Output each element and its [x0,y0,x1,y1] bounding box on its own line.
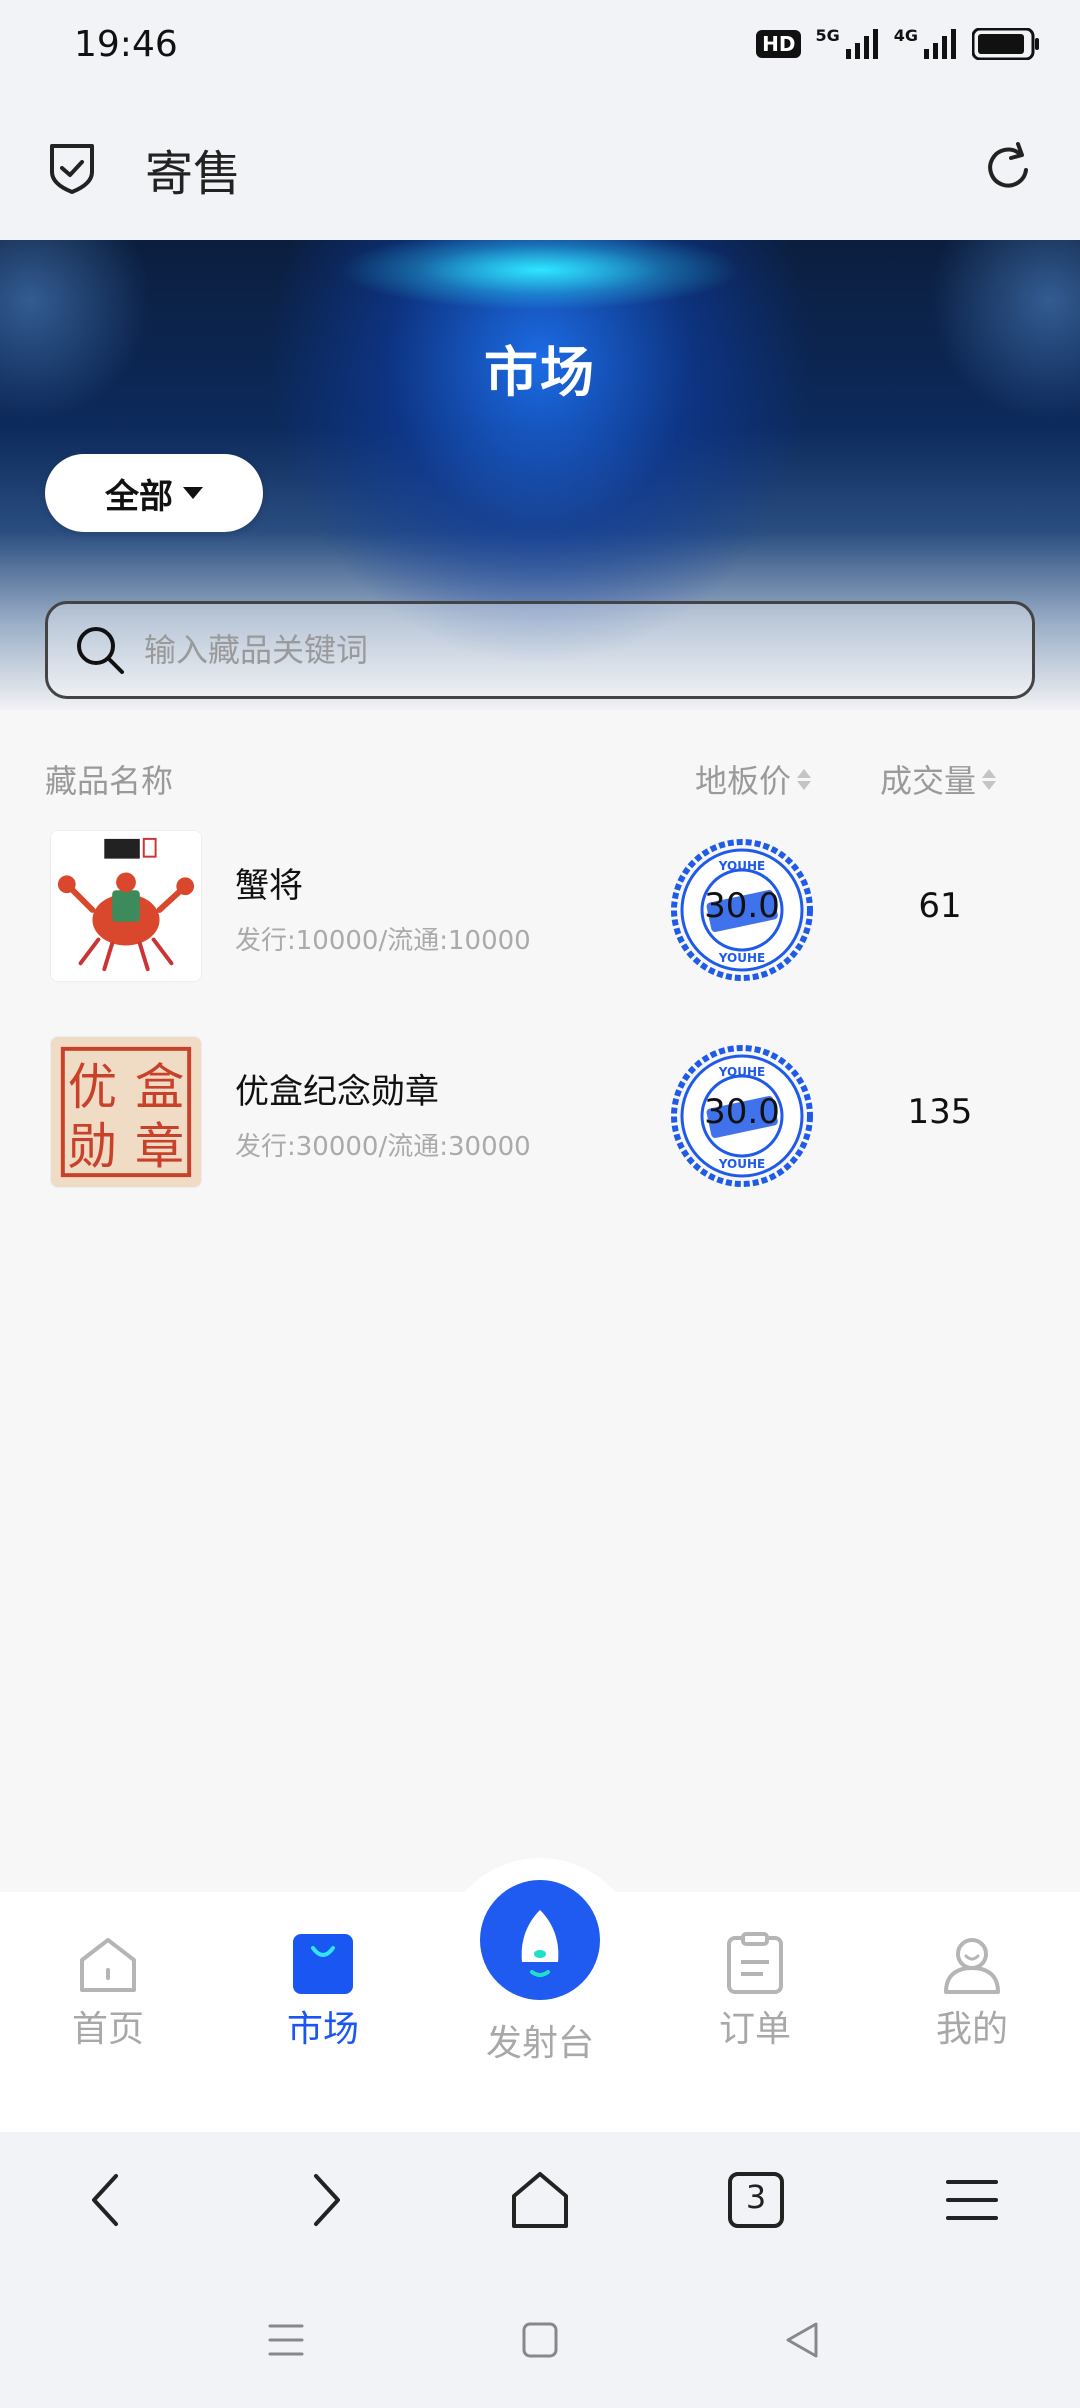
item-supply: 发行:30000/流通:30000 [235,1132,531,1162]
tab-orders-label: 订单 [718,2009,791,2050]
filter-label: 全部 [105,476,173,517]
medal-char-1: 优 [68,1058,117,1116]
rocket-icon [521,1910,559,1977]
category-filter-dropdown[interactable]: 全部 [45,454,263,532]
search-box[interactable] [45,601,1035,699]
shopping-bag-icon [293,1934,353,1994]
stamp-text: YOUHE [718,859,765,873]
network-4g-label: 4G [893,25,918,45]
home-icon [80,1938,136,1992]
crab-image [51,831,201,981]
floor-price: 30.0 [704,1092,780,1132]
back-icon[interactable] [76,2168,140,2232]
search-input[interactable] [144,631,1032,669]
column-name-header: 藏品名称 [45,762,174,800]
recent-apps-icon[interactable] [264,2318,308,2362]
medal-char-2: 盒 [135,1058,184,1116]
trade-volume: 135 [907,1092,973,1132]
tab-launch-label[interactable]: 发射台 [440,2014,640,2066]
refresh-icon[interactable] [980,140,1036,196]
system-back-icon[interactable] [780,2318,824,2362]
tab-orders[interactable]: 订单 [680,1932,830,2052]
hd-badge: HD [756,30,802,58]
tab-mine-label: 我的 [935,2009,1008,2050]
medal-thumbnail: 优 盒 勋 章 [50,1036,202,1188]
shield-check-icon[interactable] [44,140,100,196]
battery-icon [972,28,1039,60]
menu-icon[interactable] [940,2168,1004,2232]
bottom-tab-bar: 发射台 首页 市场 订单 我的 [0,1858,1080,2132]
hero-title: 市场 [484,341,596,404]
system-home-icon[interactable] [518,2318,562,2362]
user-icon [944,1938,1000,1994]
trade-volume: 61 [918,886,962,926]
signal-icon-2 [924,29,956,59]
tab-home-label: 首页 [71,2009,144,2050]
column-volume-header[interactable]: 成交量 [880,756,997,802]
launch-pad-button[interactable] [480,1880,600,2000]
medal-image: 优 盒 勋 章 [51,1037,201,1187]
stamp-text: YOUHE [718,1065,765,1079]
network-5g-label: 5G [815,25,840,45]
table-row[interactable]: 蟹将 发行:10000/流通:10000 YOUHE YOUHE 30.0 61 [0,830,1080,990]
tab-mine[interactable]: 我的 [897,1932,1047,2052]
tabs-count-button[interactable]: 3 [724,2168,788,2232]
clipboard-icon [727,1932,783,1994]
item-name: 蟹将 [235,866,303,906]
table-header: 藏品名称 地板价 成交量 [0,750,1080,806]
system-nav-bar [0,2272,1080,2408]
stamp-text: YOUHE [718,1157,765,1171]
sort-icon [982,768,997,790]
app-bar: 寄售 [0,96,1080,240]
forward-icon[interactable] [292,2168,356,2232]
item-name: 优盒纪念勋章 [235,1072,439,1112]
page-title: 寄售 [145,146,242,202]
tabs-count: 3 [745,2178,767,2216]
browser-toolbar: 3 [0,2132,1080,2272]
crab-general-thumbnail [50,830,202,982]
tab-home[interactable]: 首页 [33,1932,183,2052]
medal-char-4: 章 [135,1117,184,1175]
sort-icon [797,768,812,790]
stamp-text: YOUHE [718,951,765,965]
table-row[interactable]: 优 盒 勋 章 优盒纪念勋章 发行:30000/流通:30000 YOUHE Y… [0,1036,1080,1196]
floor-price-label: 地板价 [695,762,792,800]
search-icon [77,627,124,674]
home-page-icon[interactable] [508,2168,572,2232]
volume-label: 成交量 [880,762,977,800]
floor-price: 30.0 [704,886,780,926]
status-icons: HD 5G 4G [756,25,1040,60]
status-time: 19:46 [74,24,178,65]
tab-market-label: 市场 [286,2009,359,2050]
item-supply: 发行:10000/流通:10000 [235,926,531,956]
column-floor-price-header[interactable]: 地板价 [695,756,812,802]
status-bar: 19:46 HD 5G 4G [0,0,1080,96]
signal-icon [845,29,878,59]
caret-down-icon [183,487,203,499]
tab-market[interactable]: 市场 [248,1932,398,2052]
medal-char-3: 勋 [68,1117,117,1175]
